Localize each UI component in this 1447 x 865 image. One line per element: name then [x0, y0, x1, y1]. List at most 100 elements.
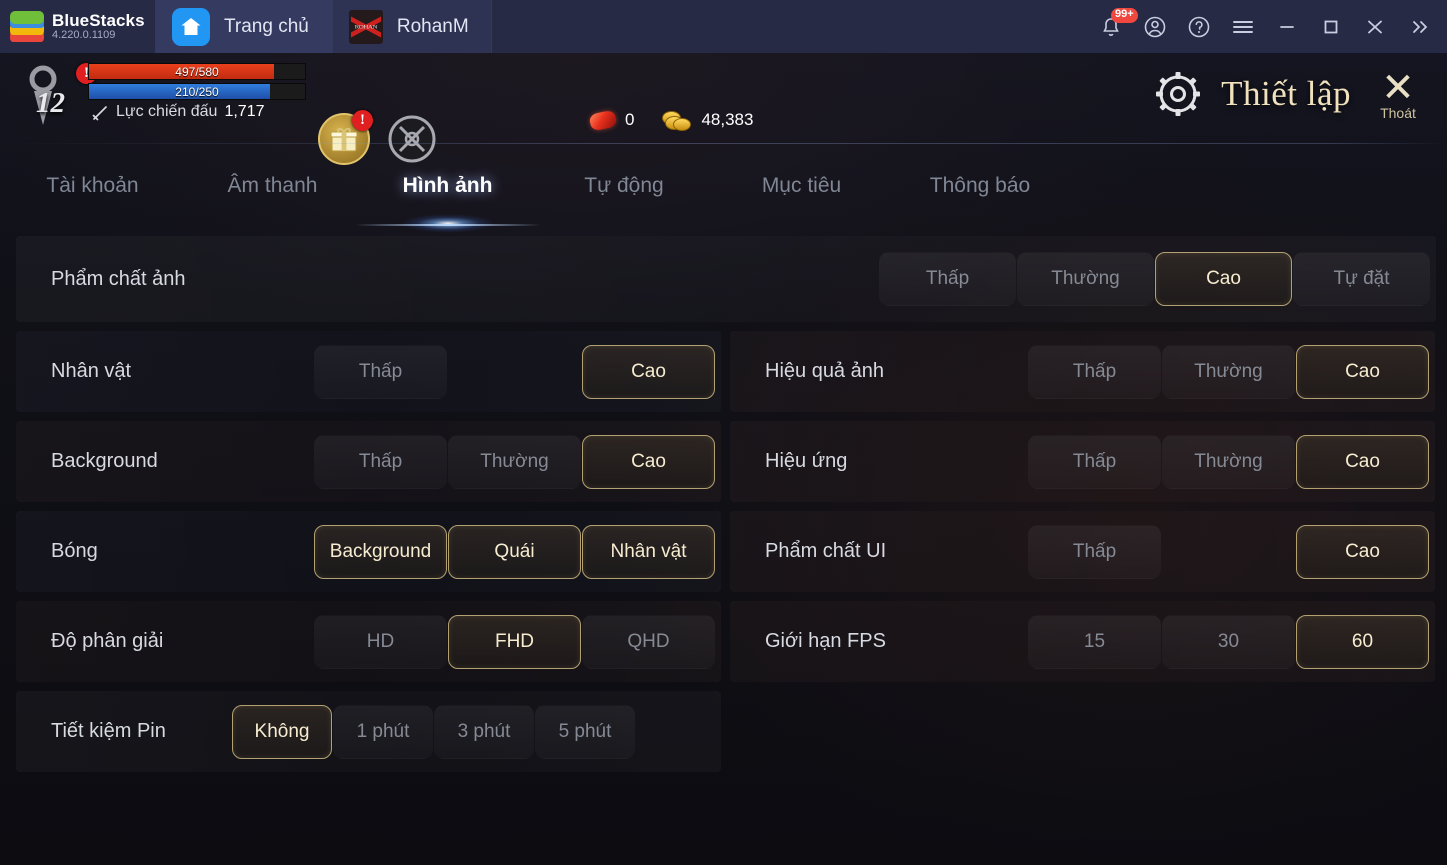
option-group: Background Quái Nhân vật	[313, 524, 715, 579]
bluestacks-logo-icon	[10, 10, 44, 43]
option-30[interactable]: 30	[1162, 614, 1295, 669]
option-fhd[interactable]: FHD	[448, 614, 581, 669]
ruby-count: 0	[625, 110, 635, 129]
option-thuong[interactable]: Thường	[1017, 252, 1154, 306]
setting-label: Độ phân giải	[51, 630, 164, 652]
settings-panel: Phẩm chất ảnh Thấp Thường Cao Tự đặt Nhâ…	[16, 236, 1436, 781]
settings-right-column: Hiệu quả ảnh Thấp Thường Cao Hiệu ứng Th…	[730, 331, 1435, 781]
option-empty-slot	[448, 345, 581, 399]
option-thuong[interactable]: Thường	[1162, 344, 1295, 399]
player-vitals: 497/580 210/250	[88, 63, 308, 103]
help-button[interactable]	[1179, 0, 1219, 53]
exit-button[interactable]: ✕ Thoát	[1369, 67, 1427, 121]
notifications-button[interactable]: 99+	[1091, 0, 1138, 53]
ruby-icon	[588, 108, 618, 132]
option-quai[interactable]: Quái	[448, 524, 581, 579]
setting-row-nhan-vat: Nhân vật Thấp Cao	[16, 331, 721, 412]
tab-trang-chu-label: Trang chủ	[224, 15, 309, 37]
hp-bar-value: 497/580	[175, 65, 219, 79]
option-3-phut[interactable]: 3 phút	[434, 704, 534, 759]
option-nhan-vat[interactable]: Nhân vật	[582, 524, 715, 579]
setting-label: Hiệu quả ảnh	[765, 360, 884, 382]
bluestacks-titlebar: BlueStacks 4.220.0.1109 Trang chủ ROHAN …	[0, 0, 1447, 53]
bluestacks-brand: BlueStacks 4.220.0.1109	[0, 0, 155, 53]
hud-divider	[0, 143, 1447, 144]
option-thap[interactable]: Thấp	[1028, 344, 1161, 399]
tab-am-thanh[interactable]: Âm thanh	[185, 153, 360, 219]
option-cao[interactable]: Cao	[1296, 434, 1429, 489]
maximize-button[interactable]	[1311, 0, 1351, 53]
option-tu-dat[interactable]: Tự đặt	[1293, 252, 1430, 306]
tab-thong-bao[interactable]: Thông báo	[890, 153, 1070, 219]
setting-label: Giới hạn FPS	[765, 630, 886, 652]
option-thuong[interactable]: Thường	[448, 434, 581, 489]
option-thap[interactable]: Thấp	[314, 344, 447, 399]
setting-row-hieu-ung: Hiệu ứng Thấp Thường Cao	[730, 421, 1435, 502]
tab-hinh-anh-label: Hình ảnh	[402, 174, 493, 197]
setting-row-bong: Bóng Background Quái Nhân vật	[16, 511, 721, 592]
gold-count: 48,383	[701, 110, 754, 129]
close-button[interactable]	[1355, 0, 1395, 53]
option-hd[interactable]: HD	[314, 614, 447, 669]
tab-rohanm[interactable]: ROHAN RohanM	[331, 0, 492, 53]
tab-hinh-anh[interactable]: Hình ảnh	[347, 153, 548, 233]
player-level-badge[interactable]: 12 !	[18, 61, 97, 133]
tab-am-thanh-label: Âm thanh	[227, 174, 318, 197]
setting-row-gioi-han-fps: Giới hạn FPS 15 30 60	[730, 601, 1435, 682]
setting-label: Bóng	[51, 540, 98, 562]
tab-trang-chu[interactable]: Trang chủ	[155, 0, 332, 53]
tab-muc-tieu-label: Mục tiêu	[761, 174, 842, 197]
option-group: Thấp Thường Cao	[313, 434, 715, 489]
currency-tray: 0 48,383	[588, 108, 773, 132]
close-icon: ✕	[1381, 65, 1415, 111]
option-5-phut[interactable]: 5 phút	[535, 704, 635, 759]
tab-muc-tieu[interactable]: Mục tiêu	[713, 153, 890, 219]
option-thap[interactable]: Thấp	[879, 252, 1016, 306]
home-icon	[172, 7, 210, 46]
menu-button[interactable]	[1223, 0, 1263, 53]
option-thap[interactable]: Thấp	[314, 434, 447, 489]
option-15[interactable]: 15	[1028, 614, 1161, 669]
option-thap[interactable]: Thấp	[1028, 434, 1161, 489]
combat-power: Lực chiến đấu 1,717	[92, 103, 265, 121]
option-60[interactable]: 60	[1296, 614, 1429, 669]
tab-rohanm-label: RohanM	[396, 15, 469, 37]
setting-row-do-phan-giai: Độ phân giải HD FHD QHD	[16, 601, 721, 682]
tab-tu-dong[interactable]: Tự động	[535, 153, 713, 219]
mp-bar-value: 210/250	[175, 85, 219, 99]
setting-row-pham-chat-ui: Phẩm chất UI Thấp Cao	[730, 511, 1435, 592]
option-cao[interactable]: Cao	[1296, 344, 1429, 399]
ruby-currency[interactable]: 0	[588, 108, 635, 132]
gift-alert-icon: !	[352, 110, 373, 131]
account-button[interactable]	[1135, 0, 1175, 53]
option-cao[interactable]: Cao	[582, 344, 715, 399]
expand-sidebar-button[interactable]	[1399, 0, 1439, 53]
option-group: Thấp Cao	[313, 344, 715, 399]
option-1-phut[interactable]: 1 phút	[333, 704, 433, 759]
option-group: Không 1 phút 3 phút 5 phút	[231, 704, 635, 759]
tab-thong-bao-label: Thông báo	[929, 174, 1031, 197]
page-title: Thiết lập	[1221, 74, 1351, 113]
option-group: 15 30 60	[1027, 614, 1429, 669]
setting-row-hieu-qua-anh: Hiệu quả ảnh Thấp Thường Cao	[730, 331, 1435, 412]
option-cao[interactable]: Cao	[582, 434, 715, 489]
tab-tai-khoan-label: Tài khoản	[46, 174, 139, 197]
option-thap[interactable]: Thấp	[1028, 524, 1161, 579]
option-qhd[interactable]: QHD	[582, 614, 715, 669]
option-thuong[interactable]: Thường	[1162, 434, 1295, 489]
option-cao[interactable]: Cao	[1155, 252, 1292, 306]
gold-currency[interactable]: 48,383	[662, 109, 753, 131]
minimize-button[interactable]	[1267, 0, 1307, 53]
option-background[interactable]: Background	[314, 524, 447, 579]
game-hud: 12 ! 497/580 210/250 Lực chiến đấu 1,717	[0, 53, 1447, 165]
setting-row-background: Background Thấp Thường Cao	[16, 421, 721, 502]
option-group: Thấp Cao	[1027, 524, 1429, 579]
gear-icon[interactable]	[1153, 69, 1203, 119]
tab-tai-khoan[interactable]: Tài khoản	[0, 153, 185, 219]
option-khong[interactable]: Không	[232, 704, 332, 759]
option-cao[interactable]: Cao	[1296, 524, 1429, 579]
option-group: Thấp Thường Cao Tự đặt	[878, 252, 1430, 306]
rohanm-game-icon: ROHAN	[348, 9, 383, 44]
option-group: HD FHD QHD	[313, 614, 715, 669]
settings-header: Thiết lập ✕ Thoát	[1153, 67, 1427, 121]
